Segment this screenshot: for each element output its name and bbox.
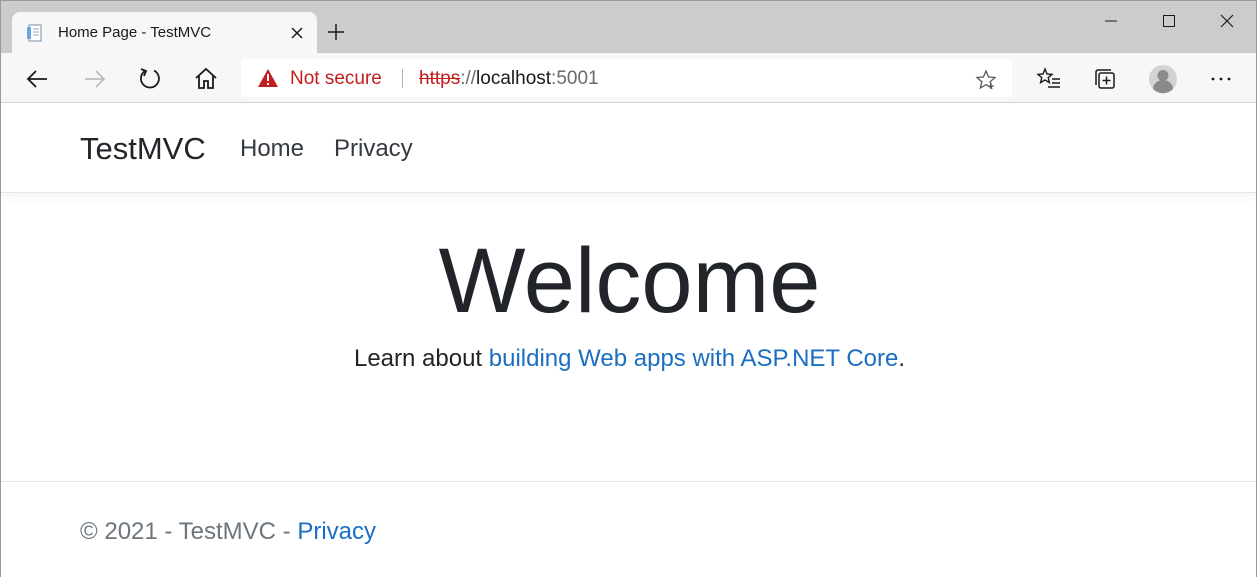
site-brand-link[interactable]: TestMVC xyxy=(80,131,206,167)
web-page: TestMVC Home Privacy Welcome Learn about… xyxy=(1,103,1256,577)
url-port: :5001 xyxy=(551,68,599,89)
lead-suffix: . xyxy=(898,345,906,372)
forward-arrow-icon[interactable] xyxy=(81,66,107,92)
more-options-icon[interactable] xyxy=(1208,66,1234,92)
add-favorite-star-icon[interactable] xyxy=(975,69,997,91)
address-bar[interactable]: Not secure https://localhost:5001 xyxy=(241,59,1012,97)
tab-strip: Home Page - TestMVC xyxy=(1,1,1256,53)
copyright-text: © 2021 - TestMVC - xyxy=(80,518,298,545)
url-separator: :// xyxy=(460,68,477,89)
page-title: Welcome xyxy=(438,230,821,332)
profile-avatar-icon[interactable] xyxy=(1148,64,1178,94)
warning-triangle-icon[interactable] xyxy=(258,69,278,87)
address-divider xyxy=(402,69,403,88)
refresh-icon[interactable] xyxy=(137,66,163,92)
minimize-icon[interactable] xyxy=(1101,11,1121,31)
footer-privacy-link[interactable]: Privacy xyxy=(297,518,376,545)
page-icon xyxy=(26,24,44,42)
browser-tab-home[interactable]: Home Page - TestMVC xyxy=(12,12,317,53)
lead-prefix: Learn about xyxy=(353,345,489,372)
security-status[interactable]: Not secure xyxy=(290,68,382,90)
footer-text: © 2021 - TestMVC - Privacy xyxy=(80,516,376,548)
nav-link-home[interactable]: Home xyxy=(240,133,304,165)
browser-toolbar: Not secure https://localhost:5001 xyxy=(1,53,1256,103)
url-host: localhost xyxy=(476,68,552,89)
url-text[interactable]: https://localhost:5001 xyxy=(419,68,599,90)
new-tab-icon[interactable] xyxy=(325,21,347,43)
close-window-icon[interactable] xyxy=(1217,11,1237,31)
site-footer: © 2021 - TestMVC - Privacy xyxy=(1,481,1256,577)
browser-window: Home Page - TestMVC Not secure https://l… xyxy=(0,0,1257,577)
aspnet-docs-link[interactable]: building Web apps with ASP.NET Core xyxy=(489,345,899,372)
close-tab-icon[interactable] xyxy=(288,24,306,42)
tab-title: Home Page - TestMVC xyxy=(58,24,212,41)
maximize-icon[interactable] xyxy=(1159,11,1179,31)
back-arrow-icon[interactable] xyxy=(25,66,51,92)
home-icon[interactable] xyxy=(193,66,219,92)
nav-link-privacy[interactable]: Privacy xyxy=(334,133,413,165)
favorites-icon[interactable] xyxy=(1036,66,1062,92)
collections-icon[interactable] xyxy=(1092,66,1118,92)
url-scheme: https xyxy=(419,68,461,89)
lead-text: Learn about building Web apps with ASP.N… xyxy=(1,343,1257,375)
site-navbar: TestMVC Home Privacy xyxy=(1,103,1256,193)
